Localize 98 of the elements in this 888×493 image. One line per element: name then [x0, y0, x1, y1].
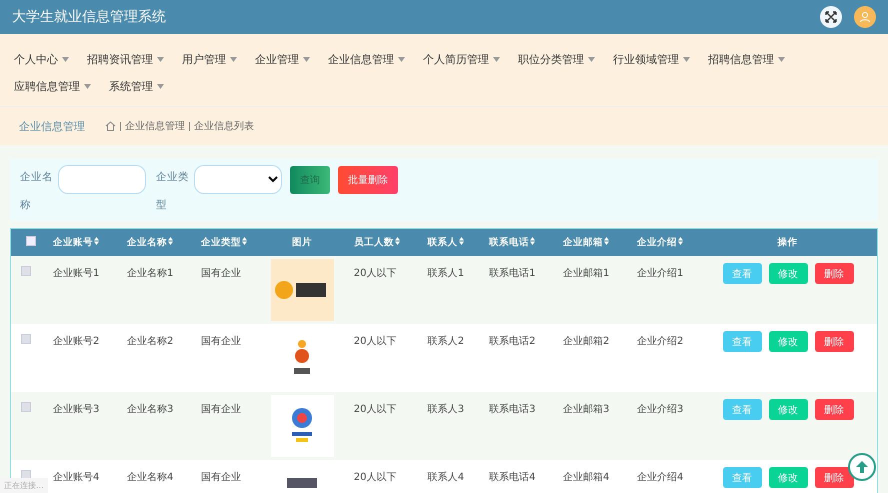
logo-placeholder [270, 395, 334, 457]
row-checkbox[interactable] [21, 402, 31, 412]
nav-menu-item[interactable]: 用户管理 [176, 46, 243, 73]
column-header[interactable]: 企业账号 [41, 229, 115, 256]
table-cell: 联系人2 [416, 324, 478, 392]
sort-icon [94, 237, 99, 245]
sort-icon [242, 237, 247, 245]
nav-menu-item[interactable]: 企业信息管理 [322, 46, 411, 73]
window-title: 大学生就业信息管理系统 [12, 8, 166, 26]
breadcrumb-link[interactable]: 企业信息列表 [194, 119, 254, 133]
delete-button[interactable]: 删除 [814, 467, 854, 488]
table-cell: 联系人1 [416, 256, 478, 324]
table-cell: 联系电话4 [477, 460, 552, 493]
row-checkbox[interactable] [21, 266, 31, 276]
column-header[interactable]: 企业类型 [188, 229, 263, 256]
field-label: 企业类型 [156, 170, 190, 213]
table-cell: 企业账号3 [41, 392, 115, 460]
sort-icon [394, 237, 400, 245]
table-cell: 联系人3 [416, 392, 478, 460]
delete-button[interactable]: 删除 [814, 331, 854, 352]
nav-menu-item[interactable]: 系统管理 [103, 73, 170, 100]
fullscreen-icon[interactable] [820, 6, 842, 28]
table-cell: 联系电话1 [477, 256, 552, 324]
type-select[interactable] [194, 165, 282, 194]
home-icon[interactable] [105, 121, 116, 131]
table-cell: 企业介绍1 [624, 256, 699, 324]
caret-icon [157, 57, 164, 62]
sort-icon [678, 237, 683, 245]
edit-button[interactable]: 修改 [768, 399, 808, 420]
column-header: 图片 [262, 229, 342, 256]
name-input[interactable] [58, 165, 146, 194]
table-cell: 20人以下 [342, 324, 416, 392]
caret-icon [84, 84, 91, 89]
table-cell: 联系电话3 [477, 392, 552, 460]
caret-icon [683, 57, 690, 62]
arrow-up-icon [855, 460, 869, 474]
field-label: 企业名称 [20, 170, 54, 213]
table-cell: 企业邮箱1 [551, 256, 625, 324]
caret-icon [230, 57, 237, 62]
edit-button[interactable]: 修改 [768, 263, 808, 284]
logo-placeholder [270, 259, 334, 321]
page-title: 企业信息管理 [19, 118, 85, 134]
row-checkbox[interactable] [21, 334, 31, 344]
column-header[interactable]: 企业名称 [114, 229, 189, 256]
sort-icon [604, 237, 610, 245]
edit-button[interactable]: 修改 [768, 331, 808, 352]
caret-icon [62, 57, 69, 62]
caret-icon [493, 57, 500, 62]
nav-menu-item[interactable]: 职位分类管理 [512, 46, 601, 73]
table-cell: 国有企业 [188, 460, 263, 493]
delete-button[interactable]: 删除 [814, 399, 854, 420]
column-header[interactable]: 员工人数 [342, 229, 416, 256]
table-cell: 国有企业 [188, 392, 263, 460]
caret-icon [157, 84, 164, 89]
caret-icon [588, 57, 595, 62]
batch-delete-button[interactable]: 批量删除 [338, 166, 398, 194]
nav-menu-item[interactable]: 招聘资讯管理 [81, 46, 170, 73]
breadcrumb-link[interactable]: 企业信息管理 [125, 119, 185, 133]
delete-button[interactable]: 删除 [814, 263, 854, 284]
table-cell: 企业介绍3 [624, 392, 699, 460]
table-cell: 企业介绍4 [624, 460, 699, 493]
table-cell: 20人以下 [342, 392, 416, 460]
table-cell: 企业邮箱3 [551, 392, 625, 460]
table-cell: 企业账号1 [41, 256, 115, 324]
nav-menu-item[interactable]: 招聘信息管理 [702, 46, 791, 73]
sort-icon [530, 237, 536, 245]
nav-menu-item[interactable]: 个人简历管理 [417, 46, 506, 73]
table-cell: 20人以下 [342, 460, 416, 493]
nav-menu-item[interactable]: 应聘信息管理 [8, 73, 97, 100]
column-header: 操作 [699, 229, 877, 256]
sort-icon [458, 237, 464, 245]
caret-icon [398, 57, 405, 62]
column-header[interactable]: 企业介绍 [624, 229, 699, 256]
table-cell: 20人以下 [342, 256, 416, 324]
nav-menu-item[interactable]: 企业管理 [249, 46, 316, 73]
table-cell: 企业名称3 [114, 392, 189, 460]
table-cell: 国有企业 [188, 256, 263, 324]
column-header[interactable]: 企业邮箱 [551, 229, 625, 256]
sort-icon [168, 237, 173, 245]
table-cell: 企业介绍2 [624, 324, 699, 392]
table-cell: 企业邮箱2 [551, 324, 625, 392]
table-cell: 企业邮箱4 [551, 460, 625, 493]
user-avatar-icon[interactable] [854, 6, 876, 28]
table-cell: 企业账号2 [41, 324, 115, 392]
table-cell: 企业名称4 [114, 460, 189, 493]
select-all-checkbox[interactable] [26, 236, 36, 246]
table-cell: 国有企业 [188, 324, 263, 392]
table-cell: 联系电话2 [477, 324, 552, 392]
column-header[interactable]: 联系电话 [477, 229, 552, 256]
caret-icon [778, 57, 785, 62]
nav-menu-item[interactable]: 个人中心 [8, 46, 75, 73]
table-cell: 企业名称2 [114, 324, 189, 392]
table-cell: 联系人4 [416, 460, 478, 493]
caret-icon [303, 57, 310, 62]
table-cell: 企业名称1 [114, 256, 189, 324]
column-header[interactable]: 联系人 [416, 229, 478, 256]
nav-menu-item[interactable]: 行业领域管理 [607, 46, 696, 73]
edit-button[interactable]: 修改 [768, 467, 808, 488]
